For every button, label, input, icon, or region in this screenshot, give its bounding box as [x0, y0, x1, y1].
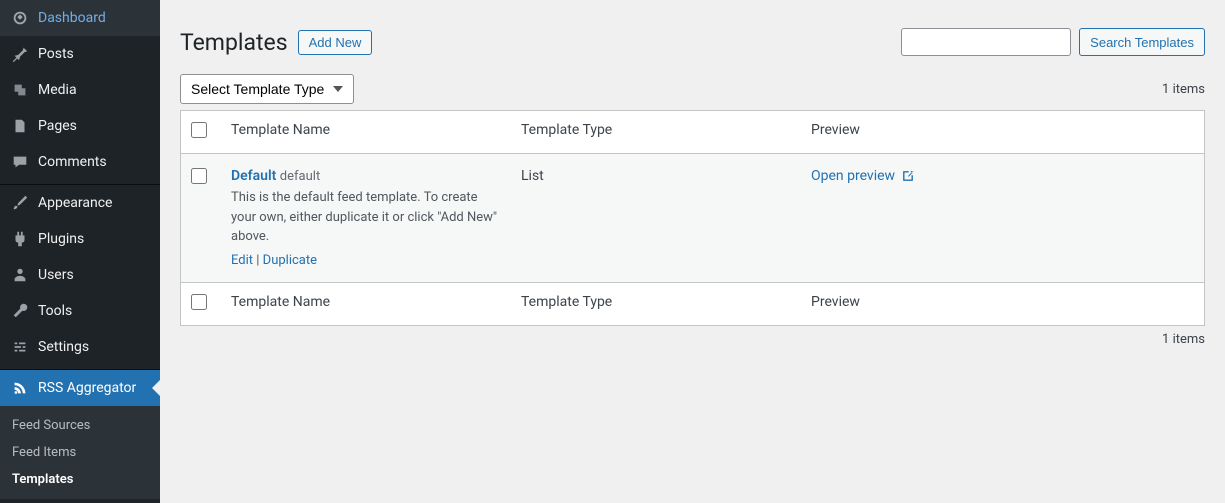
search-input[interactable]: [901, 28, 1071, 56]
filters-row: Select Template Type 1 items: [180, 74, 1205, 104]
template-type-select[interactable]: Select Template Type: [180, 74, 354, 104]
duplicate-link[interactable]: Duplicate: [263, 253, 317, 268]
open-preview-link[interactable]: Open preview: [811, 168, 915, 184]
open-preview-label: Open preview: [811, 168, 895, 184]
sidebar-label: Users: [38, 267, 74, 283]
submenu-item-feed-items[interactable]: Feed Items: [0, 439, 160, 466]
column-footer-preview[interactable]: Preview: [801, 282, 1204, 325]
dashboard-icon: [10, 8, 30, 28]
select-all-checkbox[interactable]: [191, 122, 207, 138]
column-footer-name[interactable]: Template Name: [221, 282, 511, 325]
template-name-link[interactable]: Default: [231, 168, 276, 184]
sidebar-label: Posts: [38, 46, 74, 62]
sidebar-item-users[interactable]: Users: [0, 257, 160, 293]
submenu-item-feed-sources[interactable]: Feed Sources: [0, 412, 160, 439]
sidebar-label: Appearance: [38, 195, 112, 211]
sidebar-item-settings[interactable]: Settings: [0, 329, 160, 365]
sidebar-label: Settings: [38, 339, 89, 355]
row-checkbox[interactable]: [191, 168, 207, 184]
plugin-icon: [10, 229, 30, 249]
sidebar-label: Dashboard: [38, 10, 106, 26]
item-count-top: 1 items: [1162, 82, 1205, 97]
sidebar-label: Tools: [38, 303, 72, 319]
media-icon: [10, 80, 30, 100]
column-header-type[interactable]: Template Type: [511, 111, 801, 154]
sidebar-item-appearance[interactable]: Appearance: [0, 185, 160, 221]
table-row: Default default This is the default feed…: [181, 154, 1204, 282]
sidebar-item-plugins[interactable]: Plugins: [0, 221, 160, 257]
column-header-preview[interactable]: Preview: [801, 111, 1204, 154]
sidebar-item-media[interactable]: Media: [0, 72, 160, 108]
comments-icon: [10, 152, 30, 172]
templates-table: Template Name Template Type Preview Defa…: [180, 110, 1205, 326]
select-all-checkbox-footer[interactable]: [191, 294, 207, 310]
admin-sidebar: Dashboard Posts Media Pages Comments App…: [0, 0, 160, 503]
pin-icon: [10, 44, 30, 64]
sidebar-label: RSS Aggregator: [38, 380, 136, 396]
template-type-cell: List: [511, 154, 801, 282]
sidebar-item-posts[interactable]: Posts: [0, 36, 160, 72]
item-count-bottom: 1 items: [1162, 332, 1205, 347]
sidebar-item-dashboard[interactable]: Dashboard: [0, 0, 160, 36]
sidebar-item-comments[interactable]: Comments: [0, 144, 160, 180]
template-description: This is the default feed template. To cr…: [231, 188, 501, 247]
add-new-button[interactable]: Add New: [298, 30, 373, 55]
page-header: Templates Add New Search Templates: [180, 28, 1205, 56]
sidebar-label: Comments: [38, 154, 107, 170]
sidebar-item-pages[interactable]: Pages: [0, 108, 160, 144]
brush-icon: [10, 193, 30, 213]
edit-link[interactable]: Edit: [231, 253, 253, 268]
external-link-icon: [901, 169, 915, 183]
main-content: Templates Add New Search Templates Selec…: [160, 0, 1225, 503]
sidebar-label: Plugins: [38, 231, 84, 247]
search-wrap: Search Templates: [901, 28, 1205, 56]
search-templates-button[interactable]: Search Templates: [1079, 28, 1205, 56]
sidebar-label: Media: [38, 82, 77, 98]
pages-icon: [10, 116, 30, 136]
column-footer-type[interactable]: Template Type: [511, 282, 801, 325]
row-actions: Edit | Duplicate: [231, 253, 501, 268]
wrench-icon: [10, 301, 30, 321]
after-table-row: 1 items: [180, 332, 1205, 347]
column-header-name[interactable]: Template Name: [221, 111, 511, 154]
template-slug: default: [280, 169, 320, 184]
sidebar-item-rss-aggregator[interactable]: RSS Aggregator: [0, 370, 160, 406]
user-icon: [10, 265, 30, 285]
page-title: Templates: [180, 29, 288, 56]
sidebar-submenu: Feed Sources Feed Items Templates: [0, 406, 160, 499]
sidebar-item-tools[interactable]: Tools: [0, 293, 160, 329]
rss-icon: [10, 378, 30, 398]
sliders-icon: [10, 337, 30, 357]
sidebar-label: Pages: [38, 118, 77, 134]
submenu-item-templates[interactable]: Templates: [0, 466, 160, 493]
